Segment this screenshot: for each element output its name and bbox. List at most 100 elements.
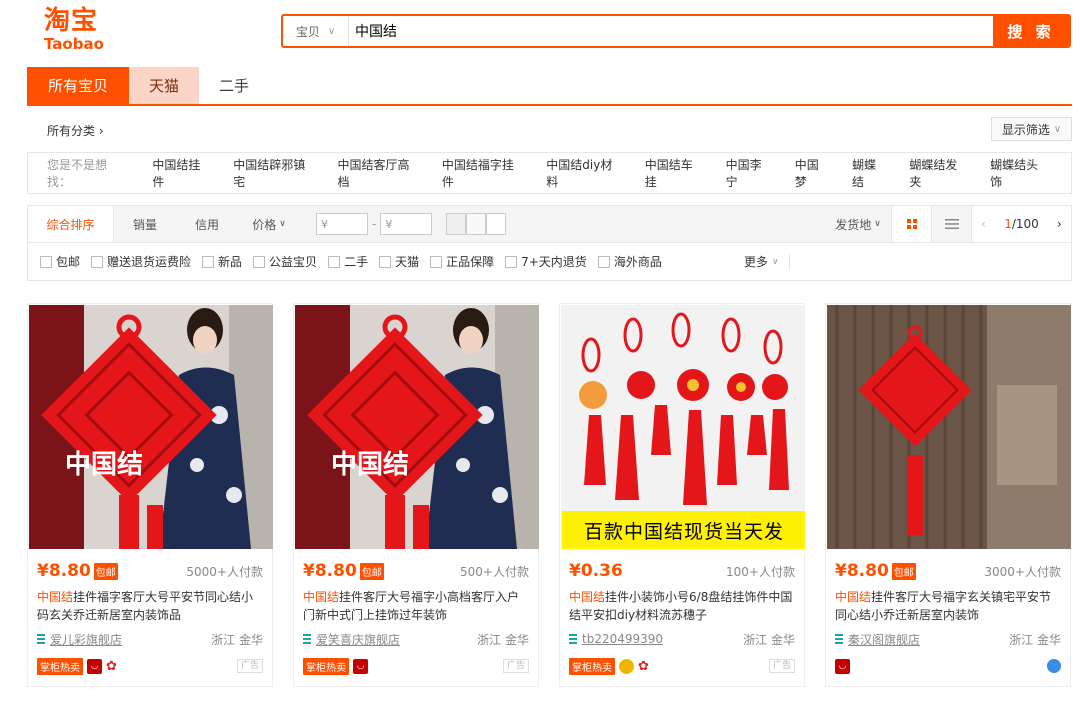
- header: 淘宝 Taobao 宝贝 ∨ 搜 索: [0, 0, 1080, 62]
- suggest-item[interactable]: 中国结车挂: [645, 156, 704, 190]
- check-second-hand[interactable]: 二手: [328, 253, 368, 270]
- price: ¥0.36: [569, 561, 623, 581]
- flower-icon: ✿: [638, 658, 649, 674]
- search-button[interactable]: 搜 索: [993, 16, 1069, 46]
- sort-bar: 综合排序 销量 信用 价格 ∨ ¥ - ¥ 发货地 ∨ ‹ 1/100 ›: [27, 205, 1072, 243]
- product-title[interactable]: 中国结挂件小装饰小号6/8盘结挂饰件中国结平安扣diy材料流苏穗子: [569, 588, 795, 624]
- check-tmall[interactable]: 天猫: [379, 253, 419, 270]
- price-max-input[interactable]: ¥: [380, 213, 433, 235]
- product-card[interactable]: 中国结 ¥8.80 包邮 5000+人付款 中国结挂件福字客厅大号平安节同心结小…: [27, 303, 273, 687]
- suggest-item[interactable]: 中国结客厅高档: [338, 156, 420, 190]
- free-shipping-badge: 包邮: [93, 562, 118, 580]
- search-input[interactable]: [349, 16, 993, 46]
- check-new[interactable]: 新品: [202, 253, 242, 270]
- check-return-insurance[interactable]: 赠送退货运费险: [91, 253, 191, 270]
- ship-from-label: 发货地: [835, 217, 872, 232]
- shop-icon: [303, 634, 311, 644]
- prev-page-icon[interactable]: ‹: [981, 217, 986, 231]
- free-shipping-badge: 包邮: [359, 562, 384, 580]
- chevron-down-icon: ∨: [874, 219, 881, 229]
- suggest-item[interactable]: 中国结福字挂件: [442, 156, 524, 190]
- suggest-item[interactable]: 蝴蝶结发夹: [909, 156, 968, 190]
- price: ¥8.80: [37, 561, 91, 581]
- shop-icon: [37, 634, 45, 644]
- shop-name[interactable]: 爱笑喜庆旗舰店: [316, 631, 400, 648]
- price-range-swatch[interactable]: [446, 213, 507, 235]
- sales-count: 3000+人付款: [984, 564, 1061, 579]
- flower-icon: ✿: [106, 658, 117, 674]
- ad-label: 广告: [768, 659, 795, 673]
- ship-from-select[interactable]: 发货地 ∨: [825, 206, 891, 242]
- grid-view-icon[interactable]: [891, 206, 931, 242]
- check-overseas[interactable]: 海外商品: [597, 253, 662, 270]
- suggest-item[interactable]: 蝴蝶结头饰: [990, 156, 1049, 190]
- search-scope-select[interactable]: 宝贝 ∨: [283, 16, 349, 46]
- pager: ‹ 1/100 ›: [971, 206, 1071, 242]
- sort-default[interactable]: 综合排序: [28, 206, 114, 242]
- price: ¥8.80: [835, 561, 889, 581]
- sort-credit[interactable]: 信用: [176, 206, 238, 242]
- suggest-item[interactable]: 中国结挂件: [152, 156, 211, 190]
- hot-badge: 掌柜热卖: [569, 657, 615, 675]
- suggest-item[interactable]: 蝴蝶结: [852, 156, 887, 190]
- check-7day-return[interactable]: 7+天内退货: [505, 253, 587, 270]
- next-page-icon[interactable]: ›: [1057, 217, 1062, 231]
- check-free-shipping[interactable]: 包邮: [40, 253, 80, 270]
- more-filters-button[interactable]: 更多 ∨: [744, 253, 779, 270]
- tab-tmall[interactable]: 天猫: [129, 67, 199, 104]
- price-dash: -: [372, 217, 377, 231]
- promo-banner: 百款中国结现货当天发: [562, 511, 805, 549]
- chevron-right-icon: ›: [98, 124, 104, 138]
- tab-all[interactable]: 所有宝贝: [27, 67, 129, 104]
- sales-count: 500+人付款: [460, 564, 529, 579]
- price-min-input[interactable]: ¥: [316, 213, 368, 235]
- taobao-logo[interactable]: 淘宝 Taobao: [44, 6, 116, 52]
- chevron-down-icon: ∨: [772, 256, 779, 267]
- check-genuine[interactable]: 正品保障: [430, 253, 494, 270]
- sort-price[interactable]: 价格 ∨: [238, 206, 300, 242]
- suggest-label: 您是不是想找：: [47, 158, 108, 189]
- shop-name[interactable]: 秦汉阁旗舰店: [848, 631, 920, 648]
- product-image[interactable]: 中国结: [29, 305, 273, 549]
- category-label: 所有分类: [47, 124, 96, 138]
- tmall-icon: ◡: [835, 658, 850, 674]
- tmall-icon: ◡: [87, 658, 102, 674]
- sort-sales[interactable]: 销量: [114, 206, 176, 242]
- check-charity[interactable]: 公益宝贝: [253, 253, 317, 270]
- page-total: /100: [1011, 217, 1039, 231]
- page-current: 1: [1004, 217, 1012, 231]
- product-image[interactable]: 百款中国结现货当天发: [561, 305, 805, 549]
- product-title[interactable]: 中国结挂件客厅大号福字小高档客厅入户门新中式门上挂饰过年装饰: [303, 588, 529, 624]
- product-title[interactable]: 中国结挂件客厅大号福字玄关镇宅平安节同心结小乔迁新居室内装饰: [835, 588, 1061, 624]
- product-card[interactable]: 中国结 ¥8.80 包邮 500+人付款 中国结挂件客厅大号福字小高档客厅入户门…: [293, 303, 539, 687]
- product-image[interactable]: [827, 305, 1071, 549]
- shop-name[interactable]: 爱儿彩旗舰店: [50, 631, 122, 648]
- product-image[interactable]: 中国结: [295, 305, 539, 549]
- product-card[interactable]: ¥8.80 包邮 3000+人付款 中国结挂件客厅大号福字玄关镇宅平安节同心结小…: [825, 303, 1071, 687]
- location: 浙江 金华: [477, 632, 529, 647]
- suggest-item[interactable]: 中国李宁: [726, 156, 773, 190]
- hot-badge: 掌柜热卖: [37, 657, 83, 675]
- ad-label: 广告: [502, 659, 529, 673]
- suggest-item[interactable]: 中国结辟邪镇宅: [233, 156, 315, 190]
- chevron-down-icon: ∨: [327, 25, 336, 37]
- ad-label: 广告: [236, 659, 263, 673]
- suggest-item[interactable]: 中国结diy材料: [546, 156, 623, 190]
- category-breadcrumb[interactable]: 所有分类 ›: [47, 122, 104, 139]
- product-card[interactable]: 百款中国结现货当天发 ¥0.36 100+人付款 中国结挂件小装饰小号6/8盘结…: [559, 303, 805, 687]
- search-scope-label: 宝贝: [295, 24, 320, 39]
- hot-badge: 掌柜热卖: [303, 657, 349, 675]
- overlay-text: 中国结: [331, 450, 409, 480]
- shop-icon: [569, 634, 577, 644]
- overlay-text: 中国结: [65, 450, 143, 480]
- list-view-icon[interactable]: [931, 206, 971, 242]
- show-filter-button[interactable]: 显示筛选 ∨: [991, 117, 1072, 141]
- shop-name[interactable]: tb220499390: [582, 632, 663, 646]
- shop-icon: [835, 634, 843, 644]
- tab-second-hand[interactable]: 二手: [199, 67, 269, 104]
- suggest-item[interactable]: 中国梦: [795, 156, 830, 190]
- show-filter-label: 显示筛选: [1001, 122, 1050, 137]
- chevron-down-icon: ∨: [279, 219, 286, 229]
- product-title[interactable]: 中国结挂件福字客厅大号平安节同心结小码玄关乔迁新居室内装饰品: [37, 588, 263, 624]
- suggestion-box: 您是不是想找： 中国结挂件 中国结辟邪镇宅 中国结客厅高档 中国结福字挂件 中国…: [27, 152, 1072, 194]
